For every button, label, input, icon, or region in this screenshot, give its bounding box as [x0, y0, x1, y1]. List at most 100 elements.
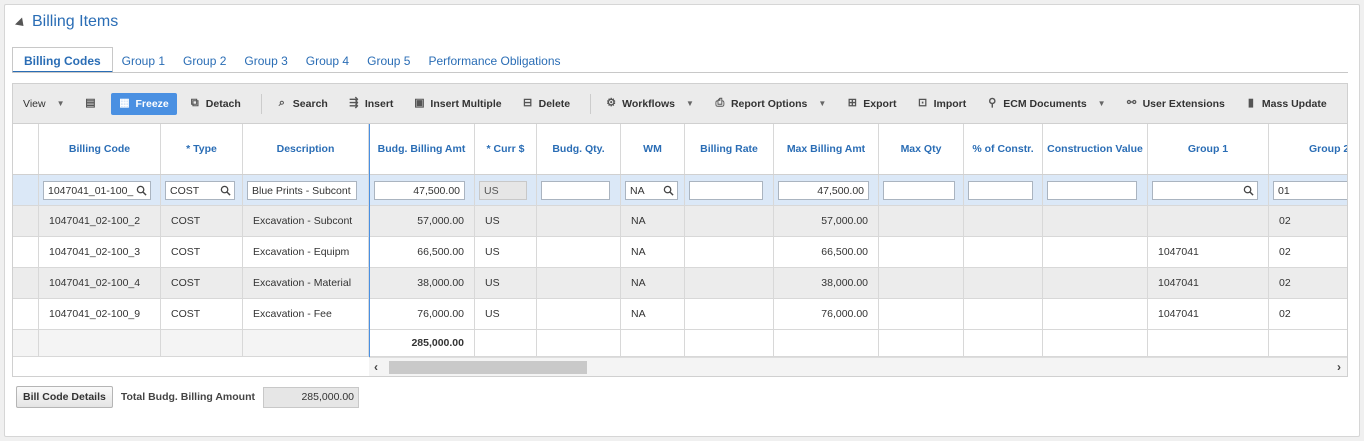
tab-group-3[interactable]: Group 3 — [235, 47, 296, 73]
view-caret-icon: ▼ — [56, 99, 65, 108]
lookup-search-icon[interactable] — [663, 185, 674, 196]
construction-value-cell — [1043, 237, 1148, 267]
table-row[interactable]: 1047041_02-100_3 COST Excavation - Equip… — [13, 237, 1347, 268]
group-1-input[interactable] — [1152, 181, 1258, 200]
scroll-right-arrow-icon[interactable]: › — [1337, 360, 1341, 374]
header-selector — [13, 124, 39, 174]
header-budg-qty[interactable]: Budg. Qty. — [537, 124, 621, 174]
billing-codes-grid: View ▼ ▤ ▦ Freeze ⧉ Detach ⌕ Search ⇶ Insert … — [12, 83, 1348, 377]
delete-icon: ⊟ — [523, 97, 533, 109]
lookup-search-icon[interactable] — [1243, 185, 1254, 196]
lookup-search-icon[interactable] — [136, 185, 147, 196]
max-qty-input[interactable] — [883, 181, 955, 200]
totals-cell — [537, 330, 621, 356]
totals-cell — [243, 330, 369, 356]
scrollbar-thumb[interactable] — [389, 361, 587, 374]
header-description[interactable]: Description — [243, 124, 369, 174]
header-budg-billing-amt[interactable]: Budg. Billing Amt — [369, 124, 475, 174]
group-2-input[interactable]: 01 — [1273, 181, 1347, 200]
billing-code-input[interactable]: 1047041_01-100_ — [43, 181, 151, 200]
collapse-triangle-icon[interactable] — [14, 16, 28, 30]
row-selector[interactable] — [13, 268, 39, 298]
table-row[interactable]: 1047041_02-100_2 COST Excavation - Subco… — [13, 206, 1347, 237]
type-cell: COST — [161, 268, 243, 298]
wm-cell: NA — [621, 237, 685, 267]
insert-multiple-button[interactable]: ▣ Insert Multiple — [413, 98, 501, 110]
mass-update-button[interactable]: ▮ Mass Update — [1245, 98, 1327, 110]
max-billing-amt-input[interactable]: 47,500.00 — [778, 181, 869, 200]
filter-selector — [13, 175, 39, 205]
import-button[interactable]: ⊡ Import — [917, 97, 966, 110]
delete-button[interactable]: ⊟ Delete — [522, 97, 570, 110]
tab-group-5[interactable]: Group 5 — [358, 47, 419, 73]
lookup-search-icon[interactable] — [220, 185, 231, 196]
column-settings-button[interactable]: ▤ — [85, 98, 97, 109]
tab-group-2[interactable]: Group 2 — [174, 47, 235, 73]
view-menu[interactable]: View ▼ — [23, 98, 65, 110]
header-billing-code[interactable]: Billing Code — [39, 124, 161, 174]
header-billing-rate[interactable]: Billing Rate — [685, 124, 774, 174]
header-pct-constr[interactable]: % of Constr. — [964, 124, 1043, 174]
pct-constr-input[interactable] — [968, 181, 1033, 200]
budg-billing-amt-cell: 38,000.00 — [369, 268, 475, 298]
horizontal-scrollbar[interactable]: ‹ › — [369, 357, 1347, 376]
table-row[interactable]: 1047041_02-100_4 COST Excavation - Mater… — [13, 268, 1347, 299]
wm-input[interactable]: NA — [625, 181, 678, 200]
tab-group-4[interactable]: Group 4 — [297, 47, 358, 73]
tab-performance-obligations[interactable]: Performance Obligations — [419, 47, 569, 73]
max-billing-amt-cell: 57,000.00 — [774, 206, 879, 236]
search-button[interactable]: ⌕ Search — [276, 98, 328, 110]
ecm-documents-menu[interactable]: ⚲ ECM Documents ▼ — [986, 98, 1105, 110]
bill-code-details-button[interactable]: Bill Code Details — [16, 386, 113, 408]
row-selector[interactable] — [13, 237, 39, 267]
curr-cell: US — [475, 206, 537, 236]
description-input[interactable]: Blue Prints - Subcont — [247, 181, 357, 200]
header-group-1[interactable]: Group 1 — [1148, 124, 1269, 174]
billing-code-cell: 1047041_02-100_3 — [39, 237, 161, 267]
group-2-cell: 02 — [1279, 246, 1291, 258]
scroll-left-arrow-icon[interactable]: ‹ — [374, 360, 378, 374]
grid-header: Billing Code * Type Description Budg. Bi… — [13, 124, 1347, 175]
total-budg-billing-field: 285,000.00 — [263, 386, 360, 408]
user-extensions-button[interactable]: ⚯ User Extensions — [1126, 98, 1225, 110]
header-type[interactable]: * Type — [161, 124, 243, 174]
construction-value-input[interactable] — [1047, 181, 1137, 200]
header-max-qty[interactable]: Max Qty — [879, 124, 964, 174]
max-billing-amt-cell: 38,000.00 — [774, 268, 879, 298]
insert-multiple-label: Insert Multiple — [430, 97, 502, 110]
total-budg-billing-label: Total Budg. Billing Amount — [120, 391, 256, 403]
budg-billing-amt-cell: 66,500.00 — [369, 237, 475, 267]
billing-rate-cell — [685, 237, 774, 267]
totals-cell — [964, 330, 1043, 356]
construction-value-cell — [1043, 268, 1148, 298]
detach-button[interactable]: ⧉ Detach — [189, 98, 241, 110]
curr-cell: US — [475, 268, 537, 298]
budg-billing-amt-input[interactable]: 47,500.00 — [374, 181, 465, 200]
tab-billing-codes[interactable]: Billing Codes — [12, 47, 113, 73]
freeze-label: Freeze — [135, 97, 169, 110]
import-icon: ⊡ — [917, 97, 928, 109]
freeze-button[interactable]: ▦ Freeze — [110, 92, 177, 115]
group-2-cell: 02 — [1279, 308, 1291, 320]
section-title: Billing Items — [32, 13, 119, 30]
insert-button[interactable]: ⇶ Insert — [348, 98, 393, 110]
row-selector[interactable] — [13, 206, 39, 236]
billing-rate-input[interactable] — [689, 181, 763, 200]
table-row[interactable]: 1047041_02-100_9 COST Excavation - Fee 7… — [13, 299, 1347, 330]
budg-qty-cell — [537, 268, 621, 298]
header-construction-value[interactable]: Construction Value — [1043, 124, 1148, 174]
report-options-menu[interactable]: ⎙ Report Options ▼ — [714, 98, 827, 110]
type-input[interactable]: COST — [165, 181, 235, 200]
section-header[interactable]: Billing Items — [14, 13, 119, 31]
header-wm[interactable]: WM — [621, 124, 685, 174]
ecm-pin-icon: ⚲ — [988, 97, 997, 109]
header-group-2[interactable]: Group 2 — [1269, 124, 1347, 174]
header-max-billing-amt[interactable]: Max Billing Amt — [774, 124, 879, 174]
export-button[interactable]: ⊞ Export — [846, 98, 897, 110]
filter-row: 1047041_01-100_ COST Blue Prints - Subco… — [13, 175, 1347, 206]
header-curr[interactable]: * Curr $ — [475, 124, 537, 174]
workflows-menu[interactable]: ⚙ Workflows ▼ — [605, 98, 694, 110]
row-selector[interactable] — [13, 299, 39, 329]
tab-group-1[interactable]: Group 1 — [113, 47, 174, 73]
budg-qty-input[interactable] — [541, 181, 610, 200]
